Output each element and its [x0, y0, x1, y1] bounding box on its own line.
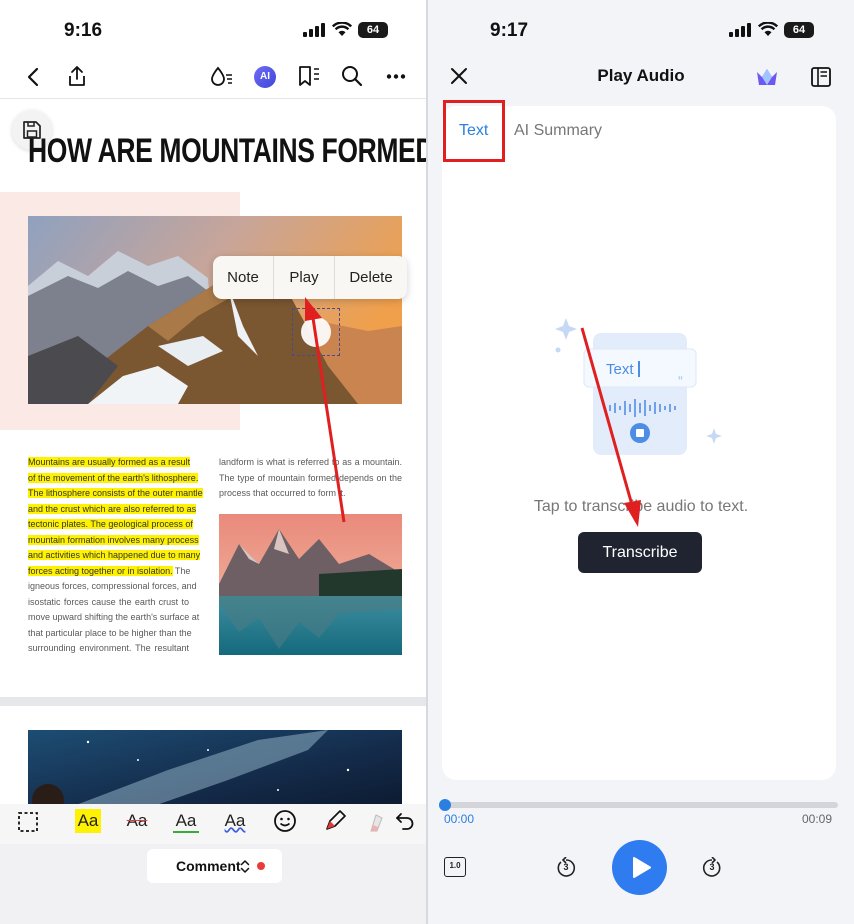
skip-forward-button[interactable]: 3: [701, 857, 723, 879]
play-button[interactable]: [612, 840, 667, 895]
skip-back-button[interactable]: 3: [555, 857, 577, 879]
skip-forward-label: 3: [709, 862, 715, 872]
pdf-reader-screen: 9:16 64 AI HOW ARE MOUNTAINS FORMED? Not…: [0, 0, 428, 924]
progress-knob[interactable]: [439, 799, 451, 811]
skip-back-label: 3: [563, 862, 569, 872]
total-time: 00:09: [802, 812, 833, 826]
playback-speed-button[interactable]: 1.0: [444, 857, 466, 877]
speed-label: 1.0: [449, 861, 461, 870]
play-icon: [633, 857, 651, 878]
annotation-arrow: [305, 297, 346, 523]
progress-track[interactable]: [444, 802, 838, 808]
annotation-arrow: [580, 327, 641, 527]
current-time: 00:00: [444, 812, 475, 826]
